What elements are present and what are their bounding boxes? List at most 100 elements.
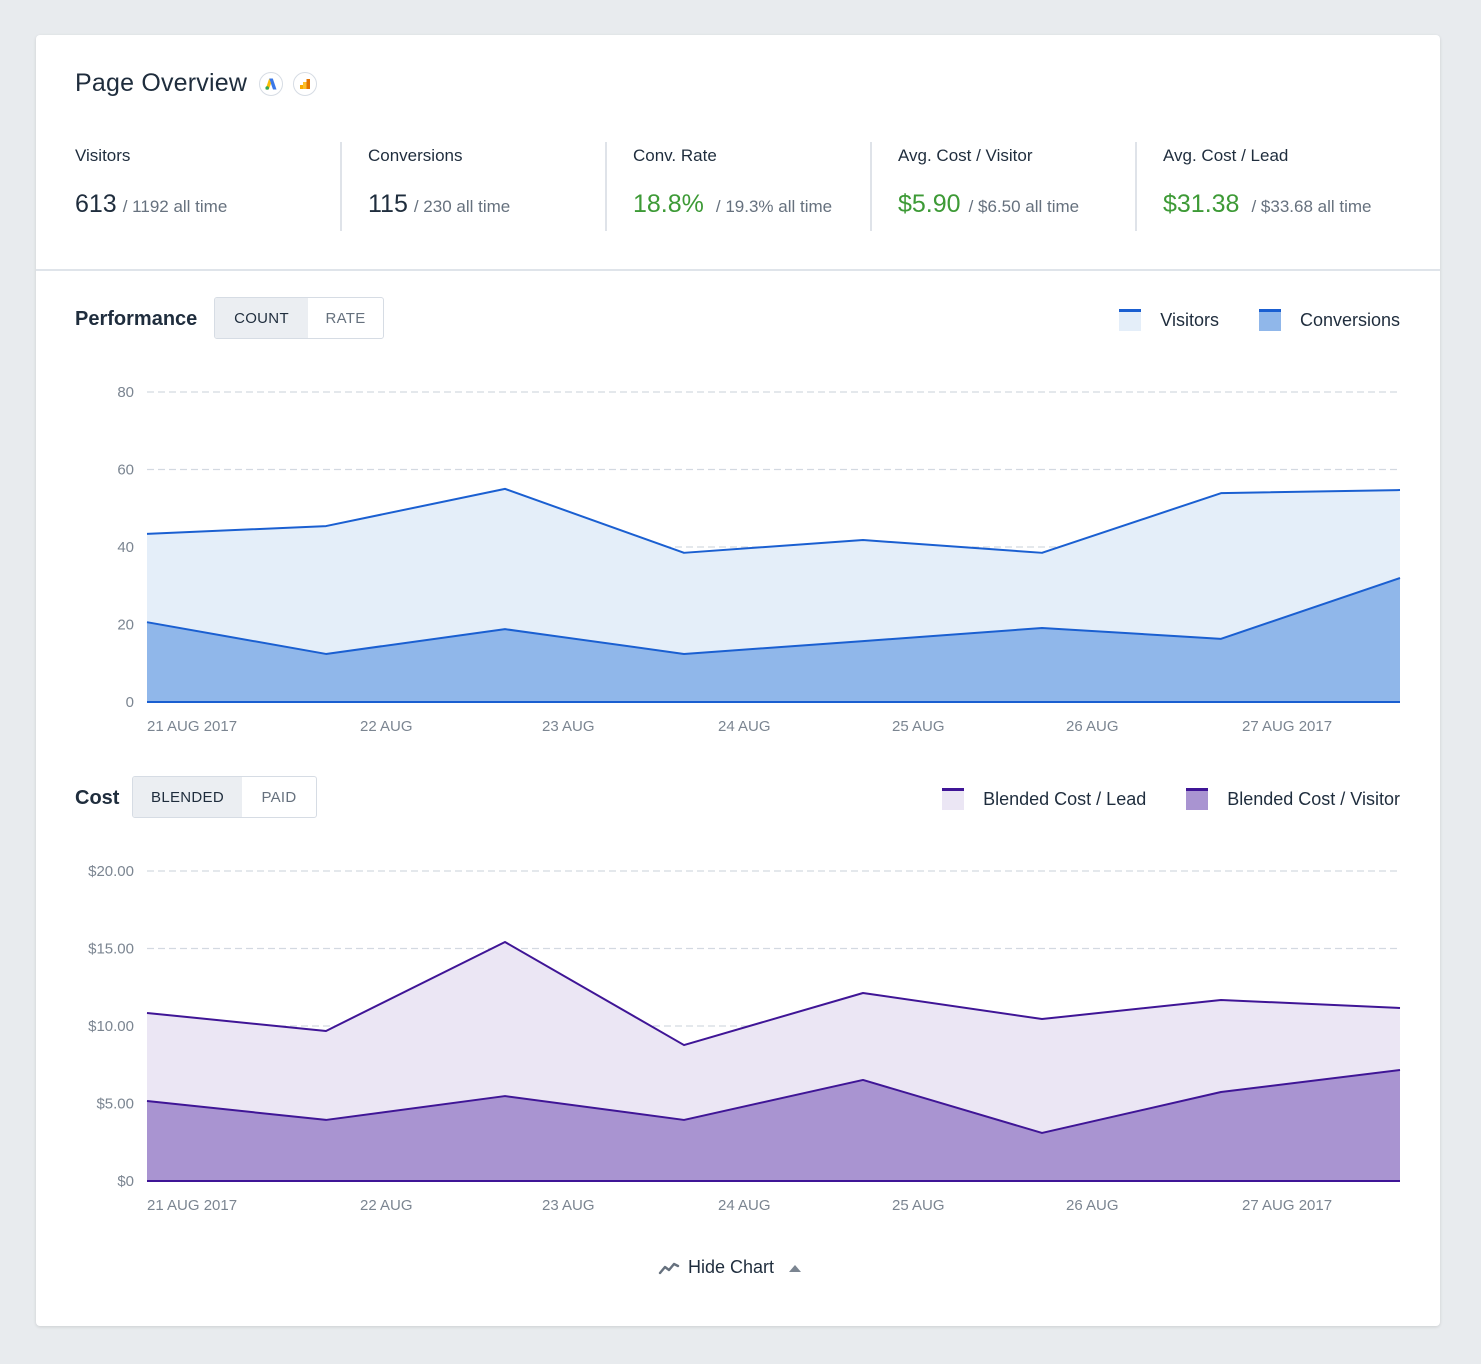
stat-divider [340, 142, 342, 231]
page-title: Page Overview [75, 69, 248, 97]
data-point[interactable] [323, 651, 329, 657]
data-point[interactable] [1218, 997, 1224, 1003]
blended-toggle-button[interactable]: BLENDED [133, 777, 242, 817]
stat-label: Conv. Rate [633, 146, 717, 165]
y-tick-label: 20 [117, 617, 134, 634]
cost-chart: $0 $5.00 $10.00 $15.00 $20.00 21 AUG 2017 22 A… [88, 863, 1403, 1214]
stat-alltime: / 19.3% all time [715, 197, 833, 216]
data-point[interactable] [1039, 625, 1045, 631]
data-point[interactable] [1039, 1130, 1045, 1136]
performance-title: Performance [75, 308, 198, 330]
data-point[interactable] [323, 1028, 329, 1034]
legend-label: Blended Cost / Visitor [1227, 788, 1400, 809]
data-point[interactable] [1039, 1016, 1045, 1022]
data-point[interactable] [1397, 575, 1403, 581]
data-point[interactable] [144, 1010, 150, 1016]
stat-alltime: / 1192 all time [122, 197, 228, 216]
data-point[interactable] [144, 619, 150, 625]
hide-chart-label: Hide Chart [688, 1257, 775, 1277]
data-point[interactable] [860, 990, 866, 996]
x-tick-label: 25 AUG [892, 718, 945, 735]
y-tick-label: 80 [117, 384, 134, 401]
performance-legend: Visitors Conversions [1079, 309, 1400, 331]
x-tick-label: 25 AUG [892, 1197, 945, 1214]
data-point[interactable] [1218, 636, 1224, 642]
y-tick-label: $10.00 [88, 1018, 134, 1035]
google-analytics-icon[interactable] [293, 71, 318, 96]
legend-blended-cost-lead[interactable]: Blended Cost / Lead [942, 788, 1146, 810]
x-tick-label: 24 AUG [718, 718, 771, 735]
data-point[interactable] [681, 550, 687, 556]
y-tick-label: $5.00 [96, 1096, 134, 1113]
data-point[interactable] [502, 626, 508, 632]
stat-avg-cost-lead: Avg. Cost / Lead $31.38 / $33.68 all time [1163, 142, 1371, 232]
stat-alltime: / $6.50 all time [968, 197, 1080, 216]
cost-title: Cost [75, 787, 120, 809]
data-point[interactable] [681, 1117, 687, 1123]
section-divider [36, 269, 1440, 271]
x-tick-label: 26 AUG [1066, 1197, 1119, 1214]
data-point[interactable] [1397, 1067, 1403, 1073]
data-point[interactable] [681, 651, 687, 657]
cost-toggle: BLENDED PAID [132, 776, 317, 818]
data-point[interactable] [860, 638, 866, 644]
data-point[interactable] [1218, 1089, 1224, 1095]
data-point[interactable] [323, 1117, 329, 1123]
data-point[interactable] [1039, 550, 1045, 556]
y-tick-label: 0 [126, 694, 134, 711]
x-tick-label: 21 AUG 2017 [147, 718, 237, 735]
data-point[interactable] [502, 1093, 508, 1099]
data-point[interactable] [1397, 487, 1403, 493]
data-point[interactable] [144, 531, 150, 537]
legend-swatch-icon [1186, 788, 1209, 810]
cost-legend: Blended Cost / Lead Blended Cost / Visit… [902, 788, 1400, 810]
data-point[interactable] [860, 1077, 866, 1083]
stat-value: $5.90 [898, 190, 961, 218]
stat-divider [1135, 142, 1137, 231]
y-tick-label: 40 [117, 539, 134, 556]
data-point[interactable] [1397, 1005, 1403, 1011]
stat-alltime: / 230 all time [413, 197, 511, 216]
legend-visitors[interactable]: Visitors [1119, 309, 1219, 331]
paid-toggle-button[interactable]: PAID [242, 777, 316, 817]
data-point[interactable] [502, 939, 508, 945]
y-tick-label: $15.00 [88, 941, 134, 958]
stat-label: Avg. Cost / Visitor [898, 146, 1033, 165]
stat-value: 18.8% [633, 190, 704, 218]
hide-chart-button[interactable]: Hide Chart [658, 1257, 802, 1278]
stat-conv-rate: Conv. Rate 18.8% / 19.3% all time [633, 142, 832, 232]
legend-blended-cost-visitor[interactable]: Blended Cost / Visitor [1186, 788, 1400, 810]
stat-divider [605, 142, 607, 231]
stat-value: 613 [75, 190, 117, 218]
data-point[interactable] [681, 1042, 687, 1048]
rate-toggle-button[interactable]: RATE [308, 298, 383, 338]
stat-label: Conversions [368, 146, 463, 165]
count-toggle-button[interactable]: COUNT [215, 298, 308, 338]
performance-toggle: COUNT RATE [214, 297, 384, 339]
data-point[interactable] [1218, 490, 1224, 496]
legend-swatch-icon [1258, 309, 1281, 331]
data-point[interactable] [323, 523, 329, 529]
stat-alltime: / $33.68 all time [1251, 197, 1372, 216]
line-chart-icon [658, 1262, 680, 1274]
stats-row: Visitors 613 / 1192 all time Conversions … [36, 142, 1440, 232]
x-tick-label: 23 AUG [542, 718, 595, 735]
x-tick-label: 22 AUG [360, 718, 413, 735]
x-tick-label: 26 AUG [1066, 718, 1119, 735]
page-overview-card: Page Overview Visitors 613 / 1192 all tim… [36, 35, 1440, 1326]
data-point[interactable] [144, 1098, 150, 1104]
data-point[interactable] [502, 486, 508, 492]
google-adwords-icon[interactable] [259, 71, 284, 96]
caret-up-icon [789, 1264, 802, 1272]
stat-conversions: Conversions 115 / 230 all time [368, 142, 510, 232]
x-tick-label: 27 AUG 2017 [1242, 1197, 1332, 1214]
y-tick-label: 60 [117, 462, 134, 479]
x-tick-label: 22 AUG [360, 1197, 413, 1214]
performance-chart: 0 20 40 60 80 21 AUG 2017 22 AUG 23 AUG 24 AUG 25… [117, 384, 1403, 735]
x-tick-label: 21 AUG 2017 [147, 1197, 237, 1214]
legend-conversions[interactable]: Conversions [1258, 309, 1400, 331]
stat-value: 115 [368, 190, 408, 218]
data-point[interactable] [860, 537, 866, 543]
x-tick-label: 24 AUG [718, 1197, 771, 1214]
legend-swatch-icon [942, 788, 965, 810]
